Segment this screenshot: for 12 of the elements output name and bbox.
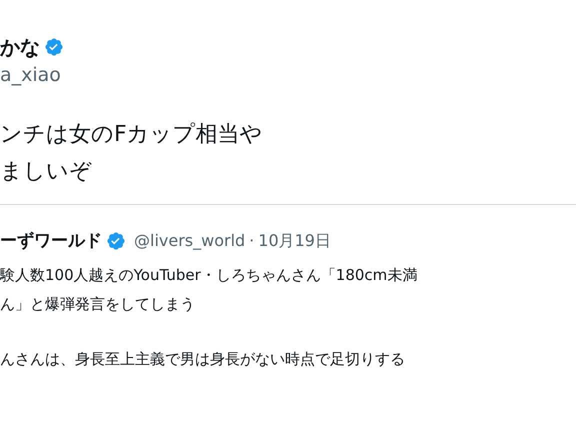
- author-handle[interactable]: a_xiao: [0, 62, 576, 88]
- tweet-text-line: ンチは女のFカップ相当や: [0, 121, 264, 149]
- quoted-text-line: ん」と爆弾発言をしてしまう: [0, 294, 196, 315]
- tweet-date[interactable]: 10月19日: [258, 229, 331, 253]
- quoted-body-text: んさんは、身長至上主義で男は身長がない時点で足切りする: [0, 349, 406, 370]
- quoted-author-handle[interactable]: @livers_world: [134, 229, 246, 253]
- author-name[interactable]: かな: [0, 34, 40, 60]
- quoted-text-line: 験人数100人越えのYouTuber・しろちゃんさん「180cm未満: [0, 265, 418, 286]
- separator-dot: ·: [249, 230, 254, 252]
- tweet-text-line: ましいぞ: [0, 158, 93, 186]
- quoted-author-name[interactable]: ーずワールド: [0, 229, 102, 253]
- quoted-tweet-card[interactable]: ーずワールド @livers_world · 10月19日 験人数100人越えのYouTuber・しろちゃんさん「180cm未満 ん」と爆弾発言をしてしまう んさんは、身長至上主義で男は身長がない時点で足切りする: [0, 204, 576, 374]
